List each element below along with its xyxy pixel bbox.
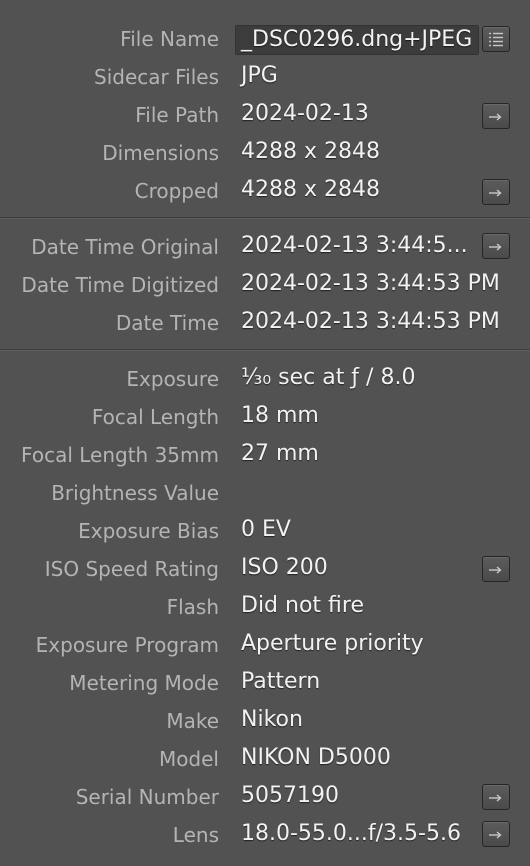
label-brightness-value: Brightness Value [51,481,219,505]
value-exposure: ⅟₃₀ sec at ƒ / 8.0 [241,365,416,390]
row-flash: Flash Did not fire [0,588,530,626]
value-dimensions: 4288 x 2848 [241,139,380,164]
label-lens: Lens [172,823,219,847]
value-focal-length: 18 mm [241,403,319,428]
label-make: Make [166,709,219,733]
row-model: Model NIKON D5000 [0,740,530,778]
row-exposure-bias: Exposure Bias 0 EV [0,512,530,550]
value-lens: 18.0-55.0...f/3.5-5.6 [241,821,461,846]
row-lens: Lens 18.0-55.0...f/3.5-5.6 [0,816,530,854]
iso-speed-rating-go-button[interactable] [482,556,510,582]
date-time-original-go-button[interactable] [482,233,510,259]
label-date-time-original: Date Time Original [31,235,219,259]
value-model: NIKON D5000 [241,745,391,770]
row-exposure-program: Exposure Program Aperture priority [0,626,530,664]
value-make: Nikon [241,707,303,732]
label-sidecar-files: Sidecar Files [94,65,219,89]
label-flash: Flash [166,595,219,619]
list-icon [489,32,503,47]
row-date-time-original: Date Time Original 2024-02-13 3:44:5... [0,228,530,266]
cropped-go-button[interactable] [482,179,510,205]
row-serial-number: Serial Number 5057190 [0,778,530,816]
metadata-panel: File Name _DSC0296.dng+JPEG Sidecar File… [0,0,530,866]
value-exposure-bias: 0 EV [241,517,291,542]
lens-go-button[interactable] [482,821,510,847]
row-file-path: File Path 2024-02-13 [0,96,530,134]
label-dimensions: Dimensions [102,141,219,165]
label-file-path: File Path [135,103,219,127]
row-exposure: Exposure ⅟₃₀ sec at ƒ / 8.0 [0,360,530,398]
label-cropped: Cropped [134,179,219,203]
file-name-list-button[interactable] [482,26,510,52]
value-sidecar-files: JPG [241,63,278,88]
value-exposure-program: Aperture priority [241,631,424,656]
value-file-path: 2024-02-13 [241,101,369,126]
value-date-time: 2024-02-13 3:44:53 PM [241,309,500,334]
go-to-arrow-icon [489,831,502,839]
label-iso-speed-rating: ISO Speed Rating [44,557,219,581]
row-focal-length: Focal Length 18 mm [0,398,530,436]
row-focal-length-35mm: Focal Length 35mm 27 mm [0,436,530,474]
row-cropped: Cropped 4288 x 2848 [0,172,530,210]
value-metering-mode: Pattern [241,669,321,694]
label-metering-mode: Metering Mode [69,671,219,695]
go-to-arrow-icon [489,243,502,251]
label-exposure-bias: Exposure Bias [78,519,219,543]
file-path-go-button[interactable] [482,103,510,129]
label-date-time: Date Time [115,311,219,335]
label-file-name: File Name [120,27,219,51]
row-metering-mode: Metering Mode Pattern [0,664,530,702]
go-to-arrow-icon [489,113,502,121]
row-iso-speed-rating: ISO Speed Rating ISO 200 [0,550,530,588]
section-divider [0,349,530,350]
label-model: Model [158,747,219,771]
row-date-time-digitized: Date Time Digitized 2024-02-13 3:44:53 P… [0,266,530,304]
value-file-name: _DSC0296.dng+JPEG [241,27,473,52]
value-focal-length-35mm: 27 mm [241,441,319,466]
row-sidecar-files: Sidecar Files JPG [0,58,530,96]
serial-number-go-button[interactable] [482,784,510,810]
value-serial-number: 5057190 [241,783,339,808]
label-serial-number: Serial Number [75,785,219,809]
row-date-time: Date Time 2024-02-13 3:44:53 PM [0,304,530,342]
value-cropped: 4288 x 2848 [241,177,380,202]
label-focal-length: Focal Length [91,405,219,429]
go-to-arrow-icon [489,566,502,574]
go-to-arrow-icon [489,794,502,802]
value-iso-speed-rating: ISO 200 [241,555,328,580]
row-dimensions: Dimensions 4288 x 2848 [0,134,530,172]
label-focal-length-35mm: Focal Length 35mm [21,443,219,467]
value-date-time-original: 2024-02-13 3:44:5... [241,233,468,258]
label-date-time-digitized: Date Time Digitized [21,273,219,297]
value-date-time-digitized: 2024-02-13 3:44:53 PM [241,271,500,296]
section-divider [0,217,530,218]
row-make: Make Nikon [0,702,530,740]
label-exposure-program: Exposure Program [35,633,219,657]
row-brightness-value: Brightness Value [0,474,530,512]
go-to-arrow-icon [489,189,502,197]
value-flash: Did not fire [241,593,364,618]
label-exposure: Exposure [126,367,219,391]
file-name-field[interactable]: _DSC0296.dng+JPEG [235,25,479,55]
